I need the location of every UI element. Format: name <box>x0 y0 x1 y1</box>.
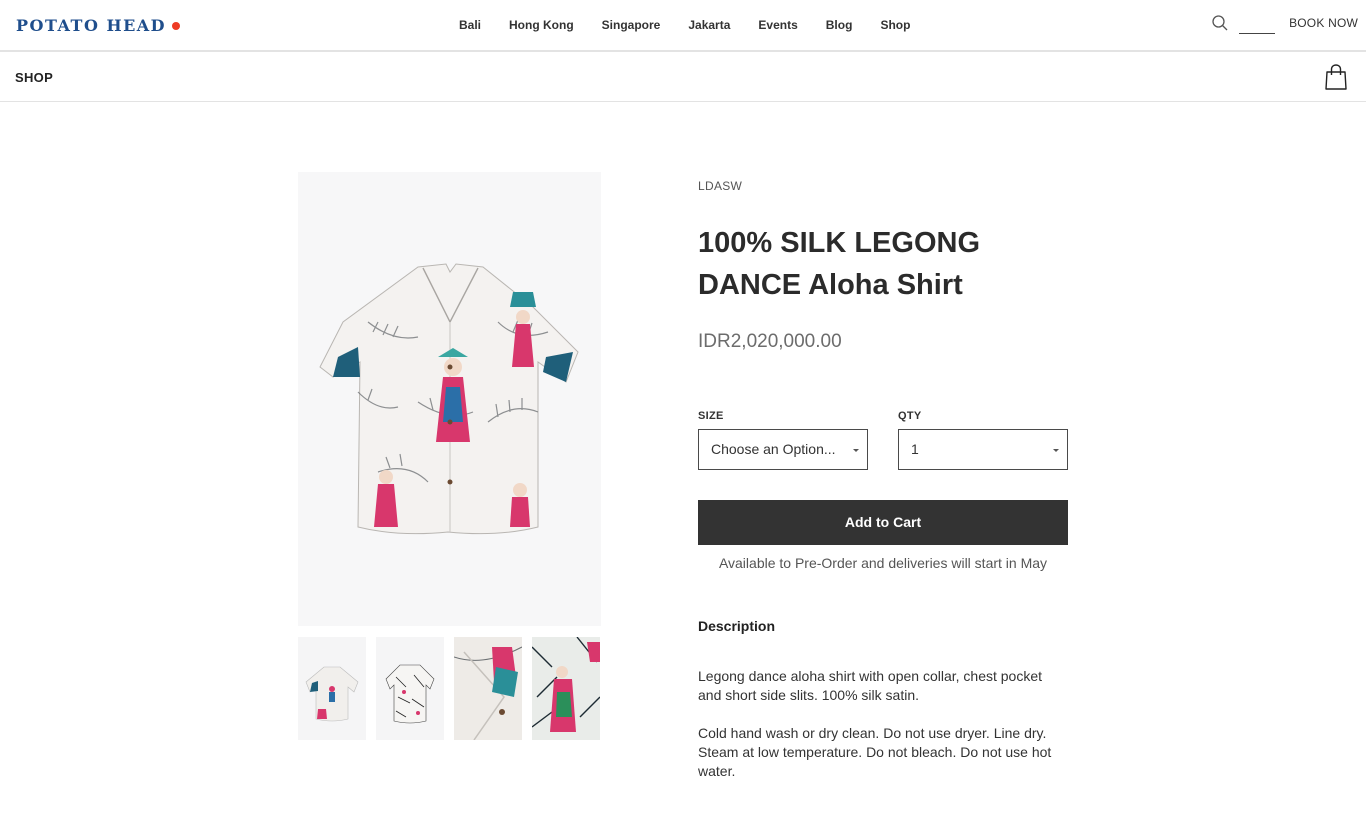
product-title: 100% SILK LEGONG DANCE Aloha Shirt <box>698 227 981 301</box>
availability-note: Available to Pre-Order and deliveries wi… <box>718 555 1048 571</box>
size-select-value: Choose an Option... <box>711 441 836 457</box>
chevron-down-icon <box>853 449 859 452</box>
nav-item-hong-kong[interactable]: Hong Kong <box>495 18 588 32</box>
size-label: SIZE <box>698 410 724 422</box>
brand-logo[interactable]: POTATO HEAD <box>16 16 181 35</box>
brand-name: POTATO HEAD <box>16 16 167 35</box>
qty-label: QTY <box>898 410 922 422</box>
product-vendor: LDASW <box>698 179 743 193</box>
book-now-link[interactable]: BOOK NOW <box>1281 16 1366 30</box>
shop-title[interactable]: SHOP <box>15 70 53 85</box>
description-heading: Description <box>698 618 776 634</box>
product-price: IDR2,020,000.00 <box>698 331 842 352</box>
nav-item-blog[interactable]: Blog <box>812 18 867 32</box>
search-input[interactable] <box>1239 12 1276 34</box>
qty-select-value: 1 <box>911 441 919 457</box>
top-navigation: POTATO HEAD Bali Hong Kong Singapore Jak… <box>0 0 1366 52</box>
shopping-bag-icon[interactable] <box>1325 64 1347 90</box>
description-paragraph: Legong dance aloha shirt with open colla… <box>698 668 1043 703</box>
care-instructions-paragraph: Cold hand wash or dry clean. Do not use … <box>698 725 1052 779</box>
search-icon[interactable] <box>1211 14 1229 32</box>
nav-item-bali[interactable]: Bali <box>445 18 495 32</box>
thumbnail-detail-print[interactable] <box>532 637 600 740</box>
product-main-image[interactable] <box>298 172 601 626</box>
product-thumbnails <box>298 637 600 740</box>
add-to-cart-button[interactable]: Add to Cart <box>698 500 1068 545</box>
nav-item-events[interactable]: Events <box>744 18 811 32</box>
size-select[interactable]: Choose an Option... <box>698 429 868 470</box>
nav-item-jakarta[interactable]: Jakarta <box>674 18 744 32</box>
nav-actions: BOOK NOW <box>1211 12 1366 34</box>
qty-select[interactable]: 1 <box>898 429 1068 470</box>
thumbnail-detail-collar[interactable] <box>454 637 522 740</box>
nav-item-singapore[interactable]: Singapore <box>588 18 675 32</box>
thumbnail-front[interactable] <box>298 637 366 740</box>
chevron-down-icon <box>1053 449 1059 452</box>
thumbnail-back[interactable] <box>376 637 444 740</box>
shop-bar: SHOP <box>0 53 1366 102</box>
brand-dot <box>172 21 181 30</box>
nav-item-shop[interactable]: Shop <box>866 18 924 32</box>
main-nav: Bali Hong Kong Singapore Jakarta Events … <box>445 18 924 32</box>
